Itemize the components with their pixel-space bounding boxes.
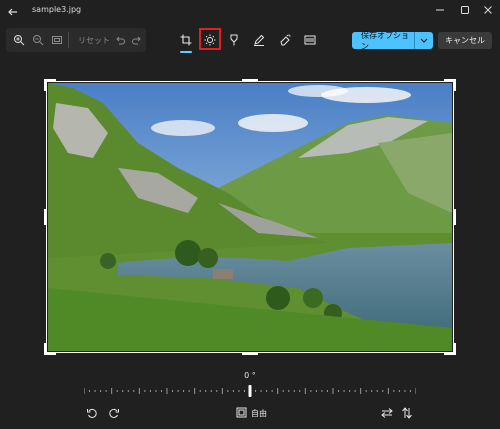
- background-icon[interactable]: [302, 32, 318, 48]
- cancel-button[interactable]: キャンセル: [438, 32, 492, 49]
- zoom-out-icon[interactable]: [31, 33, 45, 47]
- rotation-slider-thumb[interactable]: [248, 385, 252, 397]
- aspect-ratio-icon: [236, 407, 247, 420]
- rotation-slider[interactable]: [84, 385, 416, 397]
- crop-handle-top-right-v[interactable]: [453, 79, 456, 91]
- crop-handle-right[interactable]: [453, 209, 456, 225]
- maximize-icon[interactable]: [457, 3, 473, 17]
- rotate-right-icon[interactable]: [106, 405, 122, 421]
- flip-horizontal-icon[interactable]: [379, 405, 395, 421]
- filter-icon[interactable]: [226, 32, 242, 48]
- crop-handle-bottom[interactable]: [242, 352, 258, 355]
- reset-button[interactable]: リセット: [78, 35, 110, 46]
- close-icon[interactable]: [480, 3, 496, 17]
- highlight-box: [199, 28, 221, 50]
- erase-icon[interactable]: [277, 32, 293, 48]
- crop-handle-left[interactable]: [44, 209, 47, 225]
- crop-handle-bottom-left-v[interactable]: [44, 343, 47, 355]
- undo-icon[interactable]: [113, 33, 127, 47]
- toolbar-divider: [68, 32, 69, 48]
- markup-icon[interactable]: [251, 32, 267, 48]
- crop-icon[interactable]: [178, 32, 194, 48]
- crop-handle-top[interactable]: [242, 79, 258, 82]
- minimize-icon[interactable]: [432, 3, 448, 17]
- back-arrow-icon[interactable]: [6, 4, 20, 18]
- aspect-ratio-button[interactable]: 自由: [236, 407, 267, 420]
- rotate-left-icon[interactable]: [84, 405, 100, 421]
- aspect-ratio-label: 自由: [251, 409, 267, 418]
- chevron-down-icon[interactable]: [414, 32, 433, 49]
- active-tool-indicator: [180, 51, 192, 53]
- zoom-in-icon[interactable]: [12, 33, 26, 47]
- redo-icon[interactable]: [130, 33, 144, 47]
- save-options-button[interactable]: 保存オプション: [352, 30, 433, 51]
- photo-canvas[interactable]: [48, 83, 452, 351]
- crop-handle-bottom-right-v[interactable]: [453, 343, 456, 355]
- crop-handle-top-left-v[interactable]: [44, 79, 47, 91]
- save-options-label: 保存オプション: [361, 30, 409, 51]
- window-title: sample3.jpg: [32, 5, 82, 14]
- flip-vertical-icon[interactable]: [399, 405, 415, 421]
- fit-view-icon[interactable]: [50, 33, 64, 47]
- rotation-angle-label: 0 °: [244, 371, 256, 380]
